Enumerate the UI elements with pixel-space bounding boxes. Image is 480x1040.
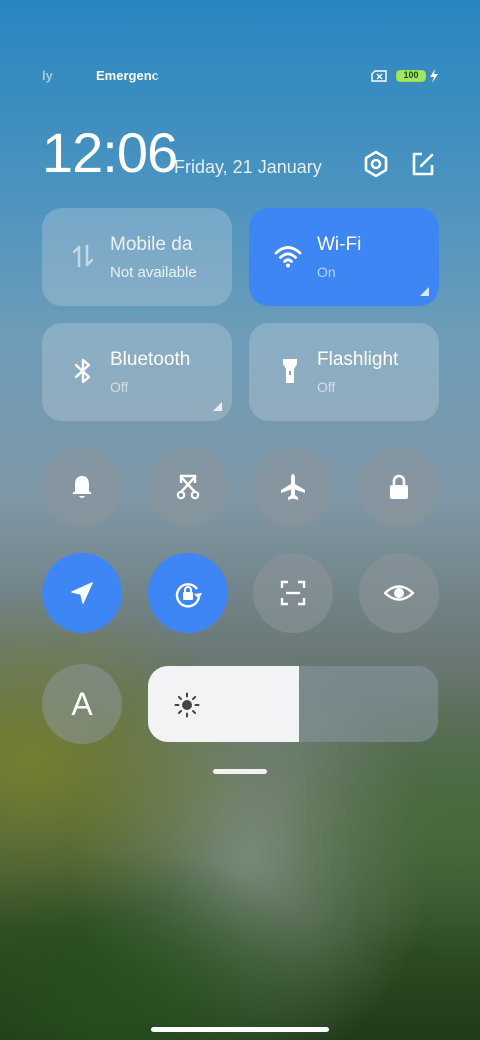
airplane-icon (281, 474, 305, 500)
charging-icon (430, 69, 438, 83)
home-indicator[interactable] (151, 1027, 329, 1032)
bluetooth-title: Bluetooth (110, 349, 191, 370)
mobile-data-icon (72, 244, 94, 268)
mobile-data-title: Mobile da (110, 234, 193, 255)
wifi-title: Wi-Fi (317, 234, 362, 255)
reading-mode-toggle[interactable] (359, 553, 439, 633)
carrier-label: ly (42, 68, 53, 83)
clock: 12:06 (42, 121, 178, 184)
bluetooth-icon (74, 358, 91, 384)
bluetooth-tile[interactable]: Bluetooth Off (42, 323, 232, 421)
bluetooth-status: Off (110, 379, 129, 395)
location-toggle[interactable] (42, 553, 122, 633)
wifi-expand-indicator[interactable] (420, 287, 429, 296)
mobile-data-tile[interactable]: Mobile da Not available (42, 208, 232, 306)
settings-icon (364, 150, 388, 178)
status-bar: ly Emergenc 100 (0, 64, 480, 88)
eye-icon (383, 585, 415, 601)
scanner-toggle[interactable] (253, 553, 333, 633)
edit-button[interactable] (407, 148, 439, 180)
lock-screen-toggle[interactable] (359, 447, 439, 527)
mobile-data-status: Not available (110, 264, 197, 281)
flashlight-status: Off (317, 379, 336, 395)
bluetooth-expand-indicator[interactable] (213, 402, 222, 411)
flashlight-icon (283, 359, 297, 383)
screenshot-toggle[interactable] (148, 447, 228, 527)
sound-toggle[interactable] (42, 447, 122, 527)
wifi-status: On (317, 264, 336, 280)
brightness-slider[interactable] (148, 666, 438, 742)
battery-indicator: 100 (396, 70, 426, 82)
brightness-level-fill (148, 666, 299, 742)
auto-brightness-toggle[interactable]: A (42, 664, 122, 744)
flashlight-title: Flashlight (317, 349, 399, 370)
bell-icon (72, 476, 92, 498)
brightness-icon (174, 692, 200, 718)
no-sim-icon (371, 70, 387, 82)
lock-icon (390, 474, 408, 499)
date-label: Friday, 21 January (174, 157, 322, 177)
wifi-icon (274, 246, 302, 268)
rotation-lock-toggle[interactable] (148, 553, 228, 633)
rotation-lock-icon (175, 583, 202, 608)
auto-brightness-label: A (71, 686, 93, 722)
flashlight-tile[interactable]: Flashlight Off (249, 323, 439, 421)
settings-button[interactable] (360, 148, 392, 180)
location-icon (71, 582, 93, 604)
edit-icon (412, 152, 434, 176)
scanner-icon (280, 580, 306, 606)
airplane-mode-toggle[interactable] (253, 447, 333, 527)
emergency-label: Emergenc (96, 68, 159, 83)
screenshot-icon (176, 474, 200, 500)
panel-drag-handle[interactable] (213, 769, 267, 774)
wifi-tile[interactable]: Wi-Fi On (249, 208, 439, 306)
